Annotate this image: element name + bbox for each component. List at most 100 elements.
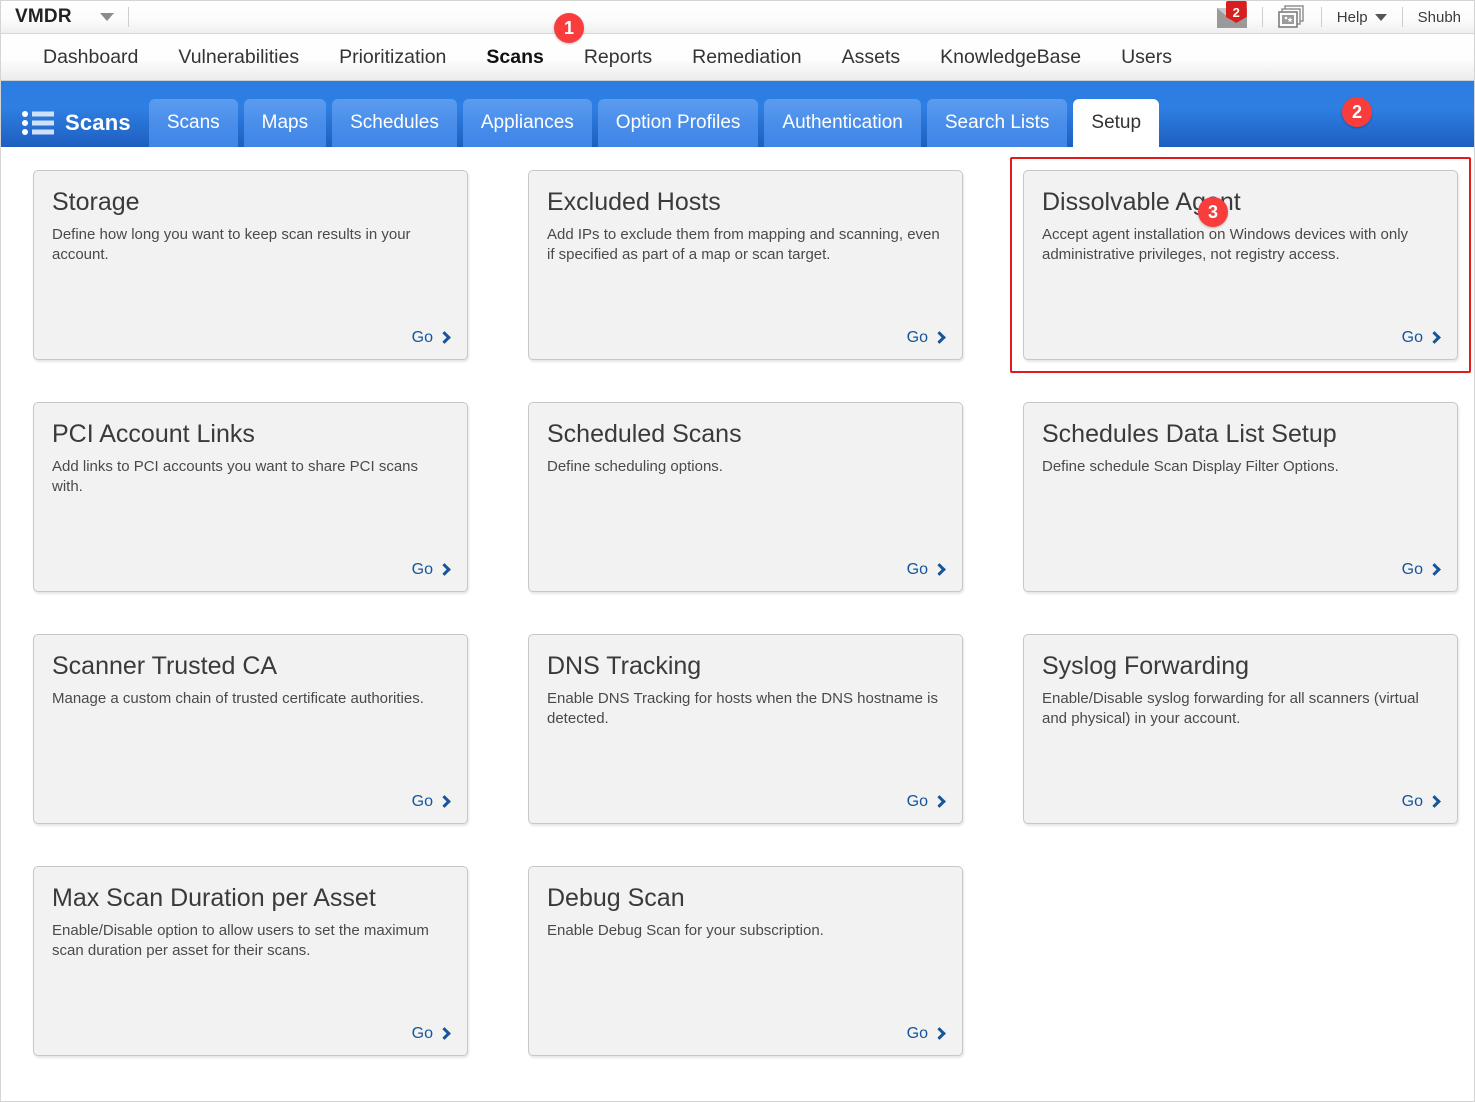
- top-bar: VMDR 2: [1, 1, 1474, 34]
- chevron-right-icon: [933, 1027, 946, 1040]
- card-slot-dissolvable-agent: Dissolvable Agent Accept agent installat…: [1023, 170, 1458, 360]
- card-scanner-trusted-ca[interactable]: Scanner Trusted CA Manage a custom chain…: [33, 634, 468, 824]
- go-link[interactable]: Go: [412, 329, 449, 347]
- chevron-right-icon: [933, 795, 946, 808]
- card-title: Excluded Hosts: [547, 188, 944, 216]
- card-max-scan-duration-per-asset[interactable]: Max Scan Duration per Asset Enable/Disab…: [33, 866, 468, 1056]
- tab-schedules[interactable]: Schedules: [332, 99, 457, 147]
- card-title: Schedules Data List Setup: [1042, 420, 1439, 448]
- messages-button[interactable]: 2: [1204, 1, 1260, 33]
- go-label: Go: [907, 793, 928, 811]
- module-selector[interactable]: VMDR: [1, 1, 126, 33]
- go-label: Go: [412, 1025, 433, 1043]
- card-description: Manage a custom chain of trusted certifi…: [52, 689, 449, 709]
- go-link[interactable]: Go: [412, 793, 449, 811]
- tab-option-profiles[interactable]: Option Profiles: [598, 99, 759, 147]
- tab-search-lists[interactable]: Search Lists: [927, 99, 1068, 147]
- card-title: PCI Account Links: [52, 420, 449, 448]
- card-slot-syslog-forwarding: Syslog Forwarding Enable/Disable syslog …: [1023, 634, 1458, 824]
- chevron-down-icon[interactable]: [100, 13, 114, 21]
- card-slot-scanner-trusted-ca: Scanner Trusted CA Manage a custom chain…: [33, 634, 468, 824]
- card-syslog-forwarding[interactable]: Syslog Forwarding Enable/Disable syslog …: [1023, 634, 1458, 824]
- card-description: Add links to PCI accounts you want to sh…: [52, 457, 449, 497]
- tab-setup[interactable]: Setup: [1073, 99, 1159, 147]
- go-link[interactable]: Go: [412, 1025, 449, 1043]
- nav-item-dashboard[interactable]: Dashboard: [23, 46, 158, 69]
- card-title: Dissolvable Agent: [1042, 188, 1439, 216]
- go-label: Go: [907, 561, 928, 579]
- go-link[interactable]: Go: [907, 793, 944, 811]
- tab-scans[interactable]: Scans: [149, 99, 238, 147]
- card-description: Define scheduling options.: [547, 457, 944, 477]
- go-link[interactable]: Go: [1402, 793, 1439, 811]
- tab-authentication[interactable]: Authentication: [764, 99, 920, 147]
- go-label: Go: [1402, 793, 1423, 811]
- card-debug-scan[interactable]: Debug Scan Enable Debug Scan for your su…: [528, 866, 963, 1056]
- nav-item-knowledgebase[interactable]: KnowledgeBase: [920, 46, 1101, 69]
- go-label: Go: [412, 329, 433, 347]
- card-excluded-hosts[interactable]: Excluded Hosts Add IPs to exclude them f…: [528, 170, 963, 360]
- go-label: Go: [907, 1025, 928, 1043]
- card-description: Enable DNS Tracking for hosts when the D…: [547, 689, 944, 729]
- card-title: Scheduled Scans: [547, 420, 944, 448]
- card-dissolvable-agent[interactable]: Dissolvable Agent Accept agent installat…: [1023, 170, 1458, 360]
- nav-item-remediation[interactable]: Remediation: [672, 46, 821, 69]
- chevron-right-icon: [438, 563, 451, 576]
- card-storage[interactable]: Storage Define how long you want to keep…: [33, 170, 468, 360]
- card-slot-pci-account-links: PCI Account Links Add links to PCI accou…: [33, 402, 468, 592]
- apps-tile-icon: [1278, 5, 1306, 29]
- go-link[interactable]: Go: [1402, 561, 1439, 579]
- card-slot-max-scan-duration-per-asset: Max Scan Duration per Asset Enable/Disab…: [33, 866, 468, 1056]
- chevron-down-icon: [1375, 14, 1387, 21]
- card-slot-excluded-hosts: Excluded Hosts Add IPs to exclude them f…: [528, 170, 963, 360]
- go-label: Go: [1402, 561, 1423, 579]
- help-label: Help: [1337, 9, 1368, 26]
- card-slot-scheduled-scans: Scheduled Scans Define scheduling option…: [528, 402, 963, 592]
- go-label: Go: [412, 561, 433, 579]
- chevron-right-icon: [438, 795, 451, 808]
- go-link[interactable]: Go: [1402, 329, 1439, 347]
- mail-icon: 2: [1217, 6, 1247, 28]
- nav-item-vulnerabilities[interactable]: Vulnerabilities: [158, 46, 319, 69]
- go-label: Go: [412, 793, 433, 811]
- card-title: Syslog Forwarding: [1042, 652, 1439, 680]
- go-link[interactable]: Go: [412, 561, 449, 579]
- user-menu[interactable]: Shubh: [1405, 1, 1474, 33]
- card-slot-dns-tracking: DNS Tracking Enable DNS Tracking for hos…: [528, 634, 963, 824]
- qualys-vmdr-window: VMDR 2: [0, 0, 1475, 1102]
- module-title: Scans: [15, 99, 149, 147]
- card-scheduled-scans[interactable]: Scheduled Scans Define scheduling option…: [528, 402, 963, 592]
- nav-item-prioritization[interactable]: Prioritization: [319, 46, 466, 69]
- nav-item-assets[interactable]: Assets: [822, 46, 921, 69]
- card-schedules-data-list-setup[interactable]: Schedules Data List Setup Define schedul…: [1023, 402, 1458, 592]
- go-label: Go: [907, 329, 928, 347]
- tab-appliances[interactable]: Appliances: [463, 99, 592, 147]
- go-link[interactable]: Go: [907, 329, 944, 347]
- divider: [1262, 7, 1263, 27]
- card-slot-storage: Storage Define how long you want to keep…: [33, 170, 468, 360]
- card-title: Max Scan Duration per Asset: [52, 884, 449, 912]
- nav-item-reports[interactable]: Reports: [564, 46, 672, 69]
- module-title-label: Scans: [65, 110, 131, 136]
- nav-item-scans[interactable]: Scans: [466, 46, 563, 69]
- card-dns-tracking[interactable]: DNS Tracking Enable DNS Tracking for hos…: [528, 634, 963, 824]
- card-description: Add IPs to exclude them from mapping and…: [547, 225, 944, 265]
- user-name-label: Shubh: [1418, 9, 1461, 26]
- chevron-right-icon: [438, 1027, 451, 1040]
- go-link[interactable]: Go: [907, 1025, 944, 1043]
- card-title: Scanner Trusted CA: [52, 652, 449, 680]
- divider: [1402, 7, 1403, 27]
- module-tab-bar: Scans Scans Maps Schedules Appliances Op…: [1, 81, 1474, 147]
- nav-item-users[interactable]: Users: [1101, 46, 1192, 69]
- top-bar-right-tools: 2 Help: [1204, 1, 1474, 33]
- setup-card-grid: Storage Define how long you want to keep…: [1, 170, 1474, 1056]
- go-link[interactable]: Go: [907, 561, 944, 579]
- help-menu[interactable]: Help: [1324, 1, 1400, 33]
- chevron-right-icon: [438, 331, 451, 344]
- main-navigation: Dashboard Vulnerabilities Prioritization…: [1, 34, 1474, 81]
- chevron-right-icon: [1428, 331, 1441, 344]
- apps-button[interactable]: [1265, 1, 1319, 33]
- tab-maps[interactable]: Maps: [244, 99, 326, 147]
- card-pci-account-links[interactable]: PCI Account Links Add links to PCI accou…: [33, 402, 468, 592]
- chevron-right-icon: [1428, 795, 1441, 808]
